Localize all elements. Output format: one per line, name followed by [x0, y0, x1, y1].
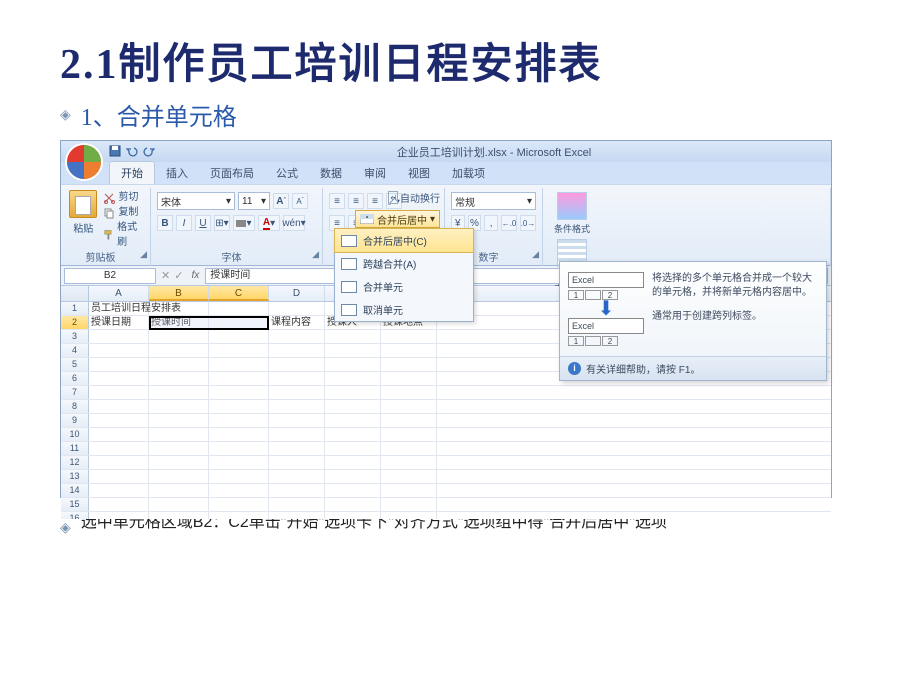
cell[interactable] [209, 316, 269, 329]
align-top-button[interactable]: ≡ [329, 193, 345, 209]
info-icon: i [568, 362, 581, 375]
group-clipboard: 粘贴 剪切 复制 格式刷 剪贴板 ◢ [61, 188, 151, 266]
tab-addin[interactable]: 加载项 [441, 162, 496, 184]
font-select[interactable]: 宋体▾ [157, 192, 235, 210]
clipboard-label: 剪贴板 [86, 253, 116, 264]
font-color-button[interactable]: A▾ [258, 215, 280, 231]
border-button[interactable]: ⊞▾ [214, 215, 230, 231]
excel-window: 企业员工培训计划.xlsx - Microsoft Excel 开始 插入 页面… [60, 140, 832, 498]
number-label: 数字 [479, 253, 499, 264]
col-header[interactable]: A [89, 286, 149, 301]
italic-button[interactable]: I [176, 215, 192, 231]
dec-decimal-button[interactable]: .0→ [520, 215, 536, 231]
unmerge-item[interactable]: 取消单元 [335, 298, 473, 321]
tab-layout[interactable]: 页面布局 [199, 162, 265, 184]
shrink-font-button[interactable]: Aˇ [292, 193, 308, 209]
cond-format-icon [557, 192, 587, 220]
tab-insert[interactable]: 插入 [155, 162, 199, 184]
merge-cells-item[interactable]: 合并单元 [335, 275, 473, 298]
launcher-icon[interactable]: ◢ [532, 249, 539, 260]
tab-data[interactable]: 数据 [309, 162, 353, 184]
bold-button[interactable]: B [157, 215, 173, 231]
paste-button[interactable]: 粘贴 [67, 190, 99, 250]
cell[interactable]: 授课时间 [149, 316, 209, 329]
inc-decimal-button[interactable]: ←.0 [501, 215, 517, 231]
launcher-icon[interactable]: ◢ [140, 249, 147, 260]
arrow-down-icon: ⬇ [568, 302, 644, 316]
col-header[interactable]: B [149, 286, 209, 301]
group-font: 宋体▾ 11▾ Aˆ Aˇ B I U ⊞▾ ▾ A▾ wén▾ 字体 ◢ [151, 188, 323, 266]
copy-button[interactable]: 复制 [103, 205, 144, 220]
paste-icon [69, 190, 97, 218]
subtitle-row: ◈ 1、合并单元格 [60, 97, 860, 132]
merge-center-item[interactable]: 合并后居中(C) [334, 228, 474, 253]
font-size-select[interactable]: 11▾ [238, 192, 270, 210]
tab-home[interactable]: 开始 [109, 161, 155, 184]
ribbon-tabs: 开始 插入 页面布局 公式 数据 审阅 视图 加载项 [61, 162, 831, 184]
format-painter-button[interactable]: 格式刷 [103, 220, 144, 250]
tooltip-illustration: Excel 12 ⬇ Excel 12 [568, 272, 644, 346]
ribbon: 粘贴 剪切 复制 格式刷 剪贴板 ◢ 宋体▾ 11▾ Aˆ Aˇ [61, 184, 831, 266]
align-mid-button[interactable]: ≡ [348, 193, 364, 209]
select-all-corner[interactable] [61, 286, 89, 301]
font-label: 字体 [222, 253, 242, 264]
grow-font-button[interactable]: Aˆ [273, 193, 289, 209]
tooltip-footer: i 有关详细帮助，请按 F1。 [560, 356, 826, 380]
fx-icon[interactable]: fx [191, 270, 199, 281]
subtitle: 1、合并单元格 [81, 97, 237, 132]
name-box[interactable]: B2 [64, 268, 156, 284]
underline-button[interactable]: U [195, 215, 211, 231]
save-icon[interactable] [109, 145, 123, 159]
row-header[interactable]: 1 [61, 302, 89, 315]
bullet-icon: ◈ [60, 516, 71, 538]
row-header[interactable]: 2 [61, 316, 89, 329]
merge-tooltip: Excel 12 ⬇ Excel 12 将选择的多个单元格合并成一个较大的单元格… [559, 261, 827, 381]
quick-access-toolbar [109, 145, 157, 159]
merge-across-item[interactable]: 跨越合并(A) [335, 252, 473, 275]
phonetic-button[interactable]: wén▾ [283, 215, 305, 231]
tab-formula[interactable]: 公式 [265, 162, 309, 184]
cond-format-button[interactable]: 条件格式 [549, 192, 595, 235]
undo-icon[interactable] [126, 145, 140, 159]
merge-dropdown: 合并后居中(C) 跨越合并(A) 合并单元 取消单元 [334, 228, 474, 322]
align-bot-button[interactable]: ≡ [367, 193, 383, 209]
launcher-icon[interactable]: ◢ [312, 249, 319, 260]
merge-center-button[interactable]: a 合并后居中▾ [355, 210, 440, 228]
cancel-icon[interactable]: ✕ [161, 269, 170, 282]
col-header[interactable]: D [269, 286, 325, 301]
tab-review[interactable]: 审阅 [353, 162, 397, 184]
office-button[interactable] [65, 143, 103, 181]
group-styles: 条件格式 套用 表格格式 [543, 188, 831, 266]
cut-button[interactable]: 剪切 [103, 190, 144, 205]
enter-icon[interactable]: ✓ [174, 269, 183, 282]
merge-icon: a [360, 214, 374, 224]
cell[interactable]: 课程内容 [269, 316, 325, 329]
cell[interactable]: 员工培训日程安排表 [89, 302, 149, 315]
number-format-select[interactable]: 常规▾ [451, 192, 536, 210]
document-title: 企业员工培训计划.xlsx - Microsoft Excel [157, 144, 831, 160]
tab-view[interactable]: 视图 [397, 162, 441, 184]
group-alignment: ≡ ≡ ≡ ⤢▾ ≡ ≡ ≡ ⇤ ⇥ ⤶自动换行 a 合并后居中▾ [323, 188, 445, 266]
cell[interactable]: 授课日期 [89, 316, 149, 329]
slide-title: 2.1制作员工培训日程安排表 [60, 30, 860, 91]
wrap-text-button[interactable]: ⤶自动换行 [388, 190, 440, 205]
fill-color-button[interactable]: ▾ [233, 215, 255, 231]
bullet-icon: ◈ [60, 106, 71, 123]
tooltip-text: 将选择的多个单元格合并成一个较大的单元格，并将新单元格内容居中。 通常用于创建跨… [652, 272, 818, 346]
redo-icon[interactable] [143, 145, 157, 159]
comma-button[interactable]: , [484, 215, 498, 231]
title-bar: 企业员工培训计划.xlsx - Microsoft Excel [61, 141, 831, 162]
col-header[interactable]: C [209, 286, 269, 301]
